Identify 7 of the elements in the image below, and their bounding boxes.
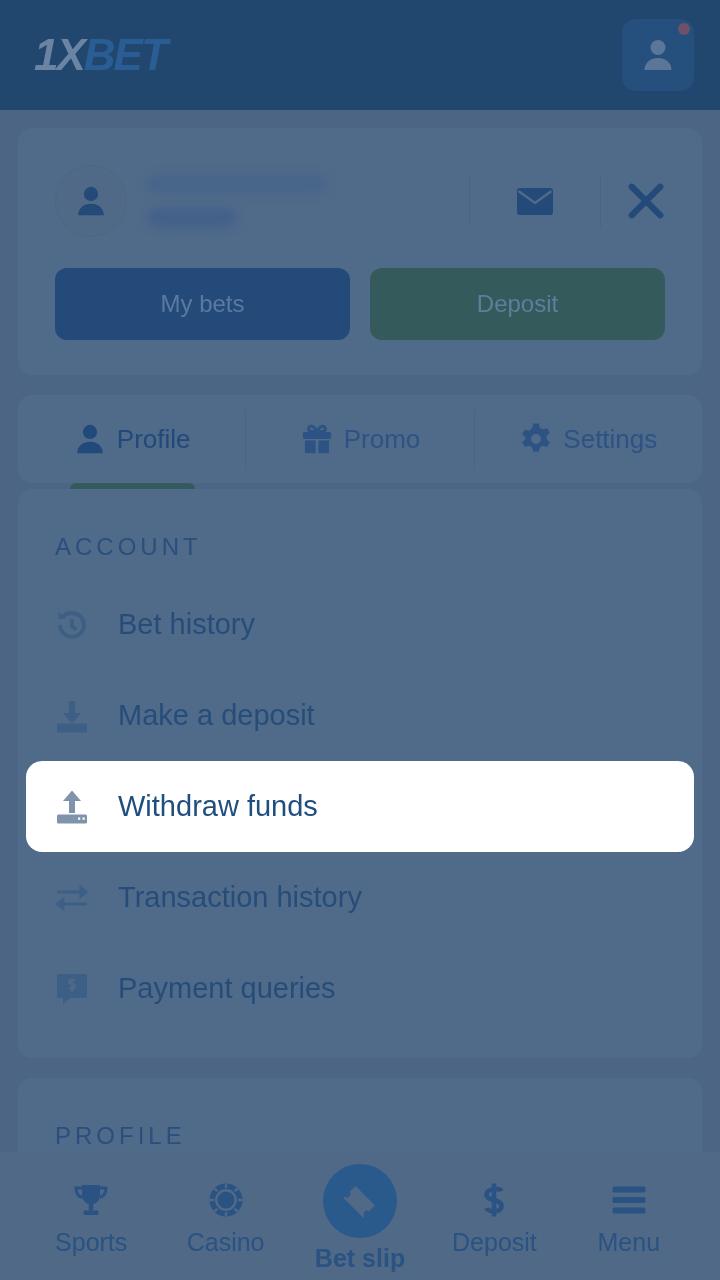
trophy-icon (73, 1182, 110, 1218)
upload-icon (54, 788, 90, 825)
casino-chip-icon (207, 1182, 244, 1218)
envelope-icon (517, 187, 553, 215)
account-option[interactable]: Withdraw funds (26, 761, 694, 852)
account-button[interactable] (622, 19, 694, 91)
deposit-button[interactable]: Deposit (370, 268, 665, 340)
